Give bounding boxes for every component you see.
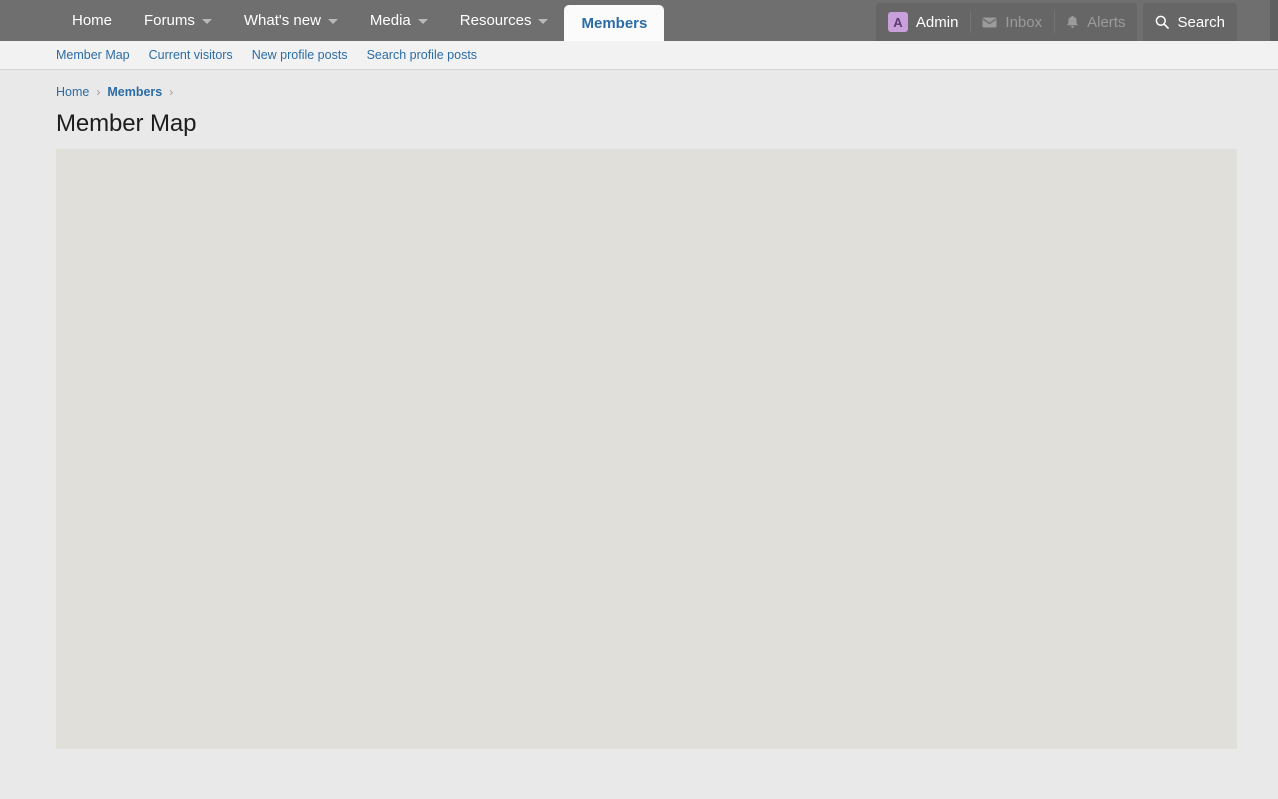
secondary-navigation-bar: Member Map Current visitors New profile …: [0, 41, 1278, 70]
subnav-item-member-map[interactable]: Member Map: [56, 48, 130, 62]
avatar: A: [887, 12, 908, 32]
search-group: Search: [1143, 3, 1237, 41]
nav-item-resources[interactable]: Resources: [444, 0, 565, 41]
breadcrumb-item-members[interactable]: Members: [107, 85, 162, 99]
search-button[interactable]: Search: [1143, 3, 1237, 41]
breadcrumb-item-home[interactable]: Home: [56, 85, 89, 99]
inbox-button[interactable]: Inbox: [970, 3, 1054, 41]
bell-icon: [1066, 15, 1079, 29]
nav-item-members-label: Members: [581, 14, 648, 32]
primary-nav-list: Home Forums What's new Media Resources M…: [56, 0, 665, 41]
nav-item-forums-label: Forums: [144, 12, 195, 29]
chevron-down-icon: [538, 19, 549, 24]
alerts-button[interactable]: Alerts: [1054, 3, 1137, 41]
nav-item-home[interactable]: Home: [56, 0, 128, 41]
chevron-down-icon: [327, 19, 338, 24]
page-content: Home › Members › Member Map: [0, 70, 1278, 749]
account-nav-list: A Admin Inbox Alerts Search: [875, 0, 1237, 41]
search-icon: [1155, 15, 1170, 29]
subnav-item-new-profile-posts[interactable]: New profile posts: [252, 48, 348, 62]
chevron-down-icon: [417, 19, 428, 24]
subnav-item-search-profile-posts[interactable]: Search profile posts: [367, 48, 477, 62]
nav-item-whats-new-label: What's new: [243, 12, 321, 29]
inbox-label: Inbox: [1005, 13, 1043, 31]
nav-item-media-label: Media: [369, 12, 411, 29]
account-menu-button[interactable]: A Admin: [876, 3, 971, 41]
breadcrumb: Home › Members ›: [56, 70, 1237, 99]
nav-item-whats-new[interactable]: What's new: [228, 0, 354, 41]
main-navigation-bar: Home Forums What's new Media Resources M…: [0, 0, 1278, 41]
navbar-right-edge: [1270, 0, 1278, 41]
visitor-menu-group: A Admin Inbox Alerts: [875, 3, 1138, 41]
account-name-label: Admin: [915, 13, 959, 31]
nav-item-home-label: Home: [72, 12, 113, 29]
page-title: Member Map: [56, 110, 197, 137]
nav-item-resources-label: Resources: [459, 12, 532, 29]
subnav-item-current-visitors[interactable]: Current visitors: [149, 48, 233, 62]
envelope-icon: [982, 17, 997, 28]
search-label: Search: [1177, 13, 1225, 31]
chevron-down-icon: [201, 19, 212, 24]
nav-item-members[interactable]: Members: [564, 5, 665, 41]
breadcrumb-separator-icon: ›: [96, 85, 101, 99]
alerts-label: Alerts: [1087, 13, 1126, 31]
nav-item-media[interactable]: Media: [354, 0, 444, 41]
nav-item-forums[interactable]: Forums: [128, 0, 228, 41]
breadcrumb-separator-icon: ›: [169, 85, 174, 99]
member-map-canvas[interactable]: [56, 149, 1237, 749]
